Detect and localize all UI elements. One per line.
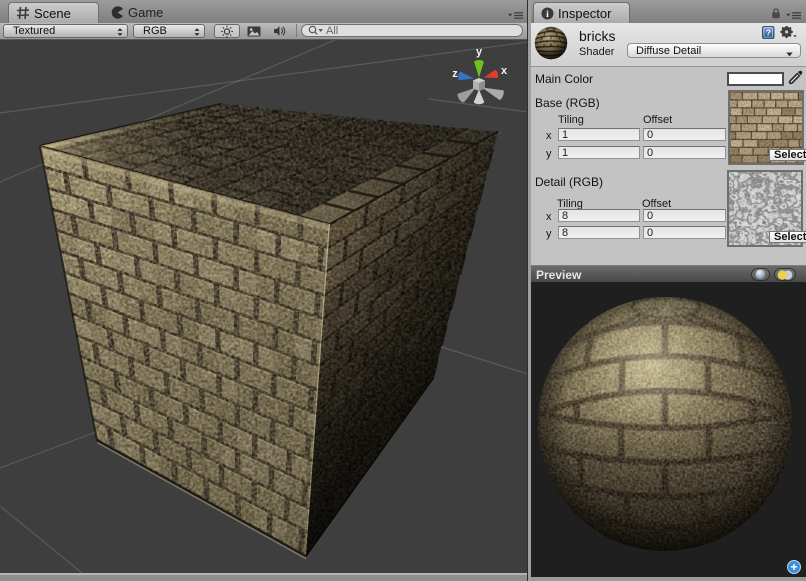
svg-text:z: z [452, 68, 458, 80]
svg-text:i: i [546, 9, 549, 19]
svg-text:x: x [501, 65, 508, 77]
svg-text:?: ? [766, 28, 771, 38]
svg-text:y: y [476, 46, 483, 58]
